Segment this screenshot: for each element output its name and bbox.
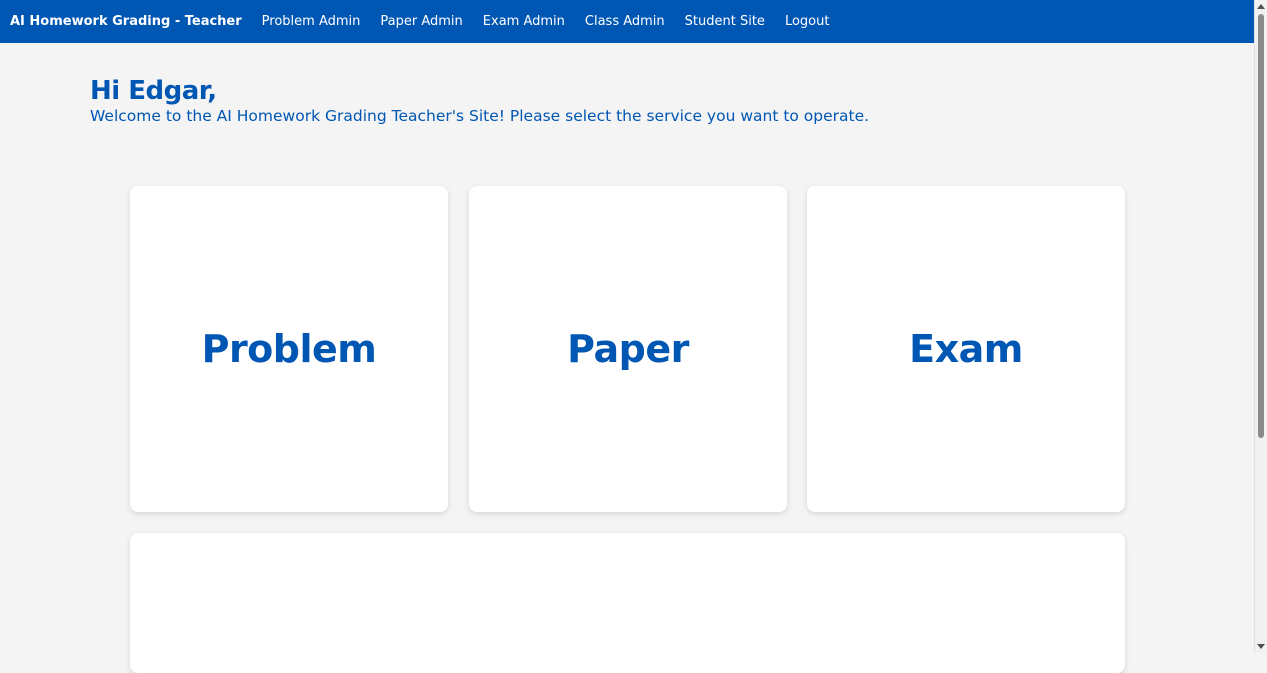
top-navbar: AI Homework Grading - Teacher Problem Ad…: [0, 0, 1254, 43]
scroll-down-arrow-icon[interactable]: [1257, 644, 1265, 649]
problem-card[interactable]: Problem: [130, 186, 448, 512]
page-scrollbar[interactable]: [1254, 0, 1267, 653]
exam-card[interactable]: Exam: [807, 186, 1125, 512]
greeting-heading: Hi Edgar,: [90, 76, 217, 106]
scroll-thumb[interactable]: [1258, 14, 1264, 438]
nav-link-student-site[interactable]: Student Site: [685, 14, 765, 29]
problem-card-title: Problem: [201, 327, 377, 371]
exam-card-title: Exam: [909, 327, 1023, 371]
nav-link-exam-admin[interactable]: Exam Admin: [483, 14, 565, 29]
nav-link-paper-admin[interactable]: Paper Admin: [380, 14, 462, 29]
nav-link-class-admin[interactable]: Class Admin: [585, 14, 665, 29]
paper-card-title: Paper: [567, 327, 689, 371]
welcome-message: Welcome to the AI Homework Grading Teach…: [90, 107, 870, 125]
paper-card[interactable]: Paper: [469, 186, 787, 512]
scroll-up-arrow-icon[interactable]: [1257, 4, 1265, 9]
nav-link-logout[interactable]: Logout: [785, 14, 830, 29]
brand-link[interactable]: AI Homework Grading - Teacher: [10, 14, 242, 29]
additional-card[interactable]: [130, 533, 1125, 673]
nav-link-problem-admin[interactable]: Problem Admin: [262, 14, 361, 29]
